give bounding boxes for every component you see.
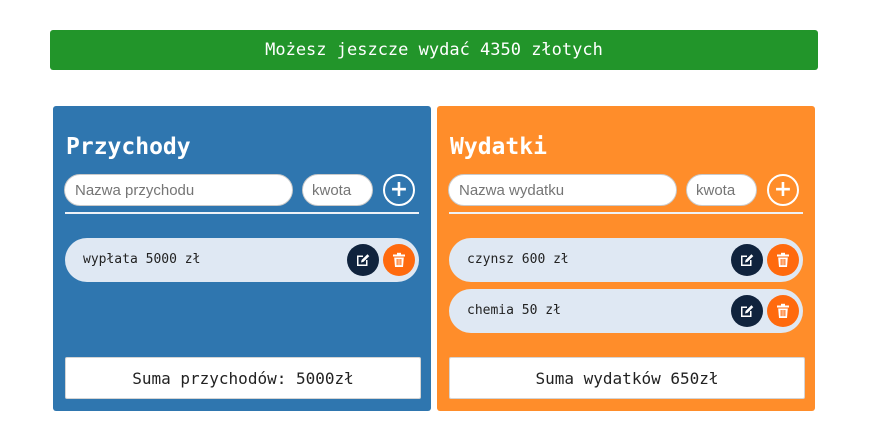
expense-list-item: czynsz 600 zł	[449, 238, 803, 282]
remaining-budget-banner: Możesz jeszcze wydać 4350 złotych	[50, 30, 818, 70]
trash-icon	[777, 252, 789, 267]
edit-expense-button[interactable]	[731, 295, 763, 327]
expense-panel: Wydatki + czynsz 600 zł chemia 50 zł	[437, 106, 815, 411]
expense-list-item: chemia 50 zł	[449, 289, 803, 333]
income-list-item: wypłata 5000 zł	[65, 238, 419, 282]
trash-icon	[777, 303, 789, 318]
edit-icon	[357, 254, 370, 266]
expense-amount-input[interactable]	[686, 174, 757, 206]
delete-expense-button[interactable]	[767, 244, 799, 276]
income-name-input[interactable]	[64, 174, 293, 206]
add-expense-button[interactable]: +	[767, 174, 799, 206]
income-amount-input[interactable]	[302, 174, 373, 206]
expense-sum: Suma wydatków 650zł	[449, 357, 805, 399]
edit-icon	[741, 305, 754, 317]
add-income-button[interactable]: +	[383, 174, 415, 206]
expense-title: Wydatki	[450, 134, 547, 160]
delete-expense-button[interactable]	[767, 295, 799, 327]
expense-name-input[interactable]	[448, 174, 677, 206]
delete-income-button[interactable]	[383, 244, 415, 276]
income-sum: Suma przychodów: 5000zł	[65, 357, 421, 399]
edit-expense-button[interactable]	[731, 244, 763, 276]
income-title: Przychody	[66, 134, 191, 160]
expense-item-text: chemia 50 zł	[467, 303, 561, 318]
income-divider	[65, 212, 419, 214]
expense-divider	[449, 212, 803, 214]
edit-icon	[741, 254, 754, 266]
trash-icon	[393, 252, 405, 267]
income-item-text: wypłata 5000 zł	[83, 252, 201, 267]
plus-icon: +	[389, 177, 409, 202]
plus-icon: +	[773, 177, 793, 202]
income-panel: Przychody + wypłata 5000 zł Suma przycho…	[53, 106, 431, 411]
expense-item-text: czynsz 600 zł	[467, 252, 569, 267]
edit-income-button[interactable]	[347, 244, 379, 276]
